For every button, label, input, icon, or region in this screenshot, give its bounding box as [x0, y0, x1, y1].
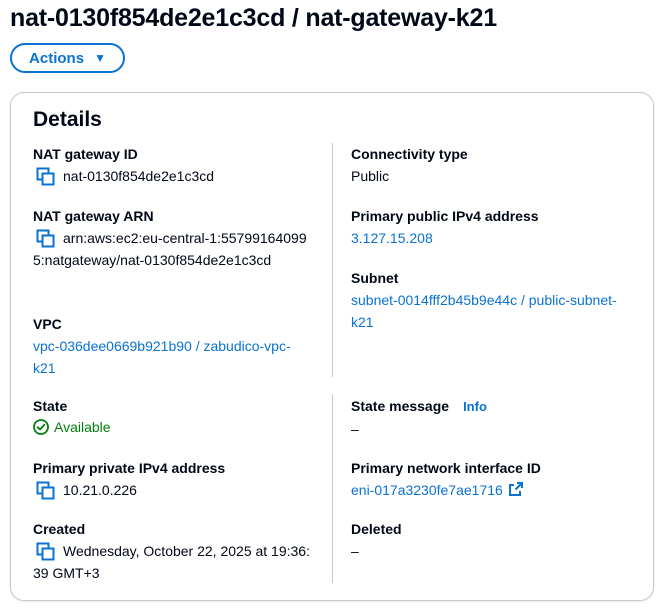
status-success-icon — [33, 419, 49, 435]
vpc-link[interactable]: vpc-036dee0669b921b90 / zabudico-vpc-k21 — [33, 335, 313, 379]
column-divider-bottom — [332, 394, 333, 583]
field-label: NAT gateway ARN — [33, 208, 154, 224]
field-deleted: Deleted – — [351, 519, 641, 562]
primary-private-ipv4-value: 10.21.0.226 — [63, 482, 137, 498]
page-title: nat-0130f854de2e1c3cd / nat-gateway-k21 — [10, 4, 497, 32]
actions-dropdown-button[interactable]: Actions ▼ — [10, 43, 125, 73]
field-label: State — [33, 398, 68, 414]
external-link-icon[interactable] — [508, 481, 524, 497]
field-label: Deleted — [351, 521, 402, 537]
field-primary-public-ipv4: Primary public IPv4 address 3.127.15.208 — [351, 206, 641, 249]
field-vpc: VPC vpc-036dee0669b921b90 / zabudico-vpc… — [33, 314, 313, 379]
info-link[interactable]: Info — [463, 399, 487, 414]
field-state-message: State message Info – — [351, 396, 641, 440]
copy-icon[interactable] — [36, 479, 55, 501]
field-label: Created — [33, 521, 86, 537]
network-interface-link[interactable]: eni-017a3230fe7ae1716 — [351, 482, 503, 498]
field-primary-private-ipv4: Primary private IPv4 address 10.21.0.226 — [33, 458, 323, 501]
actions-label: Actions — [29, 49, 85, 67]
state-value: Available — [54, 419, 111, 435]
field-created: Created Wednesday, October 22, 2025 at 1… — [33, 519, 315, 584]
subnet-link[interactable]: subnet-0014fff2b45b9e44c / public-subnet… — [351, 289, 626, 333]
field-label: State message — [351, 398, 450, 414]
field-nat-gateway-arn: NAT gateway ARN arn:aws:ec2:eu-central-1… — [33, 206, 315, 271]
deleted-value: – — [351, 543, 359, 559]
details-heading: Details — [33, 108, 102, 131]
field-primary-network-interface: Primary network interface ID eni-017a323… — [351, 458, 641, 501]
field-label: Primary network interface ID — [351, 460, 541, 476]
status-indicator: Available — [33, 416, 323, 438]
field-subnet: Subnet subnet-0014fff2b45b9e44c / public… — [351, 268, 626, 333]
connectivity-type-value: Public — [351, 168, 390, 184]
caret-down-icon: ▼ — [94, 51, 106, 65]
field-label: VPC — [33, 316, 62, 332]
nat-gateway-id-value: nat-0130f854de2e1c3cd — [63, 168, 215, 184]
field-label: Primary private IPv4 address — [33, 460, 226, 476]
field-connectivity-type: Connectivity type Public — [351, 144, 641, 187]
field-nat-gateway-id: NAT gateway ID nat-0130f854de2e1c3cd — [33, 144, 323, 187]
field-label: Subnet — [351, 270, 399, 286]
nat-gateway-arn-value: arn:aws:ec2:eu-central-1:557991640995:na… — [33, 230, 307, 268]
nat-gateway-details-page: nat-0130f854de2e1c3cd / nat-gateway-k21 … — [0, 0, 667, 609]
state-message-value: – — [351, 421, 359, 437]
created-value: Wednesday, October 22, 2025 at 19:36:39 … — [33, 543, 310, 581]
copy-icon[interactable] — [36, 165, 55, 187]
field-label: Primary public IPv4 address — [351, 208, 539, 224]
column-divider-top — [332, 143, 333, 377]
field-label: NAT gateway ID — [33, 146, 138, 162]
field-state: State Available — [33, 396, 323, 438]
details-panel: Details NAT gateway ID nat-0130f854de2e1… — [10, 92, 654, 601]
primary-public-ipv4-link[interactable]: 3.127.15.208 — [351, 227, 641, 249]
field-label: Connectivity type — [351, 146, 468, 162]
